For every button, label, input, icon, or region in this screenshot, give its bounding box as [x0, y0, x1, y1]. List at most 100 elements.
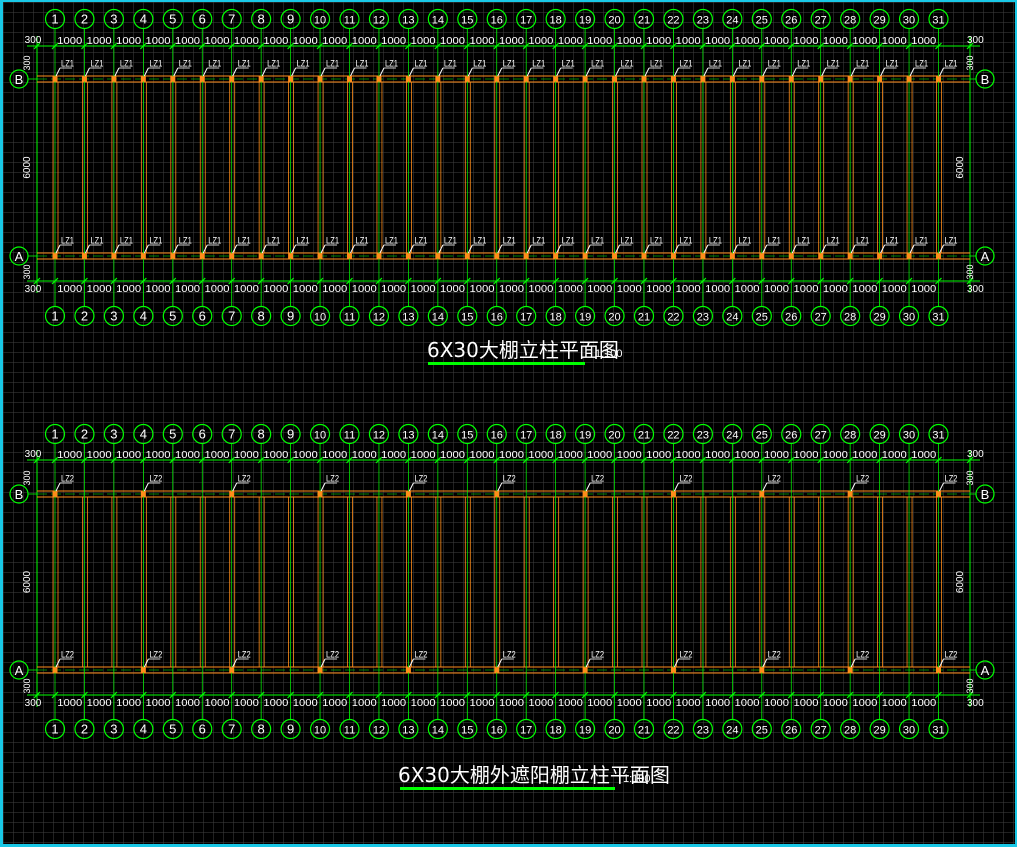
column-marker[interactable] — [818, 253, 824, 259]
column-marker[interactable] — [936, 253, 941, 259]
column-marker[interactable] — [81, 253, 87, 259]
column-marker[interactable] — [111, 253, 117, 259]
column-marker[interactable] — [140, 76, 146, 82]
column-marker[interactable] — [700, 76, 706, 82]
column-marker[interactable] — [52, 667, 58, 673]
column-marker[interactable] — [229, 491, 235, 497]
column-marker[interactable] — [759, 76, 765, 82]
column-marker[interactable] — [582, 76, 588, 82]
column-marker[interactable] — [523, 76, 529, 82]
column-marker[interactable] — [317, 667, 323, 673]
column-marker[interactable] — [170, 76, 176, 82]
column-marker[interactable] — [553, 253, 559, 259]
column-marker[interactable] — [936, 491, 941, 497]
column-marker[interactable] — [788, 253, 794, 259]
cad-drawing-canvas[interactable]: 1 1 2 2 3 3 4 4 5 5 6 6 7 7 8 8 9 9 10 10 11 11 12 12 13 13 14 14 15… — [0, 0, 1017, 847]
column-marker[interactable] — [936, 667, 941, 673]
column-marker[interactable] — [906, 76, 912, 82]
column-marker[interactable] — [729, 76, 735, 82]
column-marker[interactable] — [494, 667, 500, 673]
edge-dim-bottom-right: 300 — [967, 698, 984, 709]
column-marker[interactable] — [612, 76, 618, 82]
span-dim-bottom: 1000 — [87, 698, 112, 709]
column-marker[interactable] — [494, 76, 500, 82]
column-marker[interactable] — [670, 491, 676, 497]
column-marker[interactable] — [405, 253, 411, 259]
axis-number-top: 17 — [520, 15, 532, 27]
column-marker[interactable] — [553, 76, 559, 82]
column-label-lz2: LZ2 — [591, 650, 604, 660]
span-dim-top: 1000 — [352, 36, 377, 47]
column-marker[interactable] — [877, 253, 883, 259]
column-marker[interactable] — [612, 253, 618, 259]
column-marker[interactable] — [347, 76, 352, 82]
column-marker[interactable] — [52, 76, 58, 82]
column-marker[interactable] — [759, 491, 765, 497]
axis-number-bottom: 4 — [140, 722, 147, 737]
column-marker[interactable] — [317, 76, 323, 82]
span-dim-top: 1000 — [823, 36, 848, 47]
column-marker[interactable] — [81, 76, 87, 82]
column-marker[interactable] — [258, 253, 264, 259]
column-marker[interactable] — [847, 667, 853, 673]
column-marker[interactable] — [317, 253, 323, 259]
column-label-lz2: LZ2 — [503, 474, 516, 484]
column-marker[interactable] — [877, 76, 883, 82]
column-marker[interactable] — [641, 253, 647, 259]
column-marker[interactable] — [376, 76, 382, 82]
column-marker[interactable] — [405, 76, 411, 82]
column-marker[interactable] — [111, 76, 117, 82]
column-marker[interactable] — [759, 253, 765, 259]
column-marker[interactable] — [670, 667, 676, 673]
column-marker[interactable] — [435, 76, 441, 82]
column-marker[interactable] — [140, 491, 146, 497]
column-marker[interactable] — [818, 76, 824, 82]
column-marker[interactable] — [317, 491, 323, 497]
column-marker[interactable] — [906, 253, 912, 259]
column-marker[interactable] — [229, 76, 235, 82]
column-marker[interactable] — [347, 253, 352, 259]
column-marker[interactable] — [494, 253, 500, 259]
column-marker[interactable] — [170, 253, 176, 259]
column-marker[interactable] — [435, 253, 441, 259]
column-label-lz1: LZ1 — [326, 236, 339, 246]
column-marker[interactable] — [258, 76, 264, 82]
column-marker[interactable] — [494, 491, 500, 497]
column-label-lz2: LZ2 — [679, 474, 692, 484]
span-dim-top: 1000 — [322, 36, 347, 47]
column-marker[interactable] — [700, 253, 706, 259]
column-marker[interactable] — [288, 76, 294, 82]
column-marker[interactable] — [582, 253, 588, 259]
column-marker[interactable] — [229, 253, 235, 259]
axis-number-bottom: 25 — [756, 725, 768, 737]
column-marker[interactable] — [729, 253, 735, 259]
column-marker[interactable] — [199, 76, 205, 82]
column-marker[interactable] — [52, 491, 58, 497]
column-marker[interactable] — [405, 491, 411, 497]
column-marker[interactable] — [641, 76, 647, 82]
column-marker[interactable] — [847, 491, 853, 497]
column-marker[interactable] — [464, 76, 470, 82]
column-marker[interactable] — [670, 253, 676, 259]
column-marker[interactable] — [936, 76, 941, 82]
column-marker[interactable] — [288, 253, 294, 259]
column-marker[interactable] — [140, 667, 146, 673]
column-marker[interactable] — [405, 667, 411, 673]
column-marker[interactable] — [582, 491, 588, 497]
column-marker[interactable] — [376, 253, 382, 259]
column-marker[interactable] — [670, 76, 676, 82]
column-marker[interactable] — [52, 253, 58, 259]
column-marker[interactable] — [464, 253, 470, 259]
column-marker[interactable] — [847, 253, 853, 259]
column-marker[interactable] — [199, 253, 205, 259]
column-marker[interactable] — [140, 253, 146, 259]
axis-number-top: 29 — [873, 15, 885, 27]
column-leader — [526, 67, 532, 77]
column-marker[interactable] — [582, 667, 588, 673]
column-marker[interactable] — [759, 667, 765, 673]
column-marker[interactable] — [229, 667, 235, 673]
column-marker[interactable] — [847, 76, 853, 82]
span-dim-top: 1000 — [882, 450, 907, 461]
column-marker[interactable] — [788, 76, 794, 82]
column-marker[interactable] — [523, 253, 529, 259]
